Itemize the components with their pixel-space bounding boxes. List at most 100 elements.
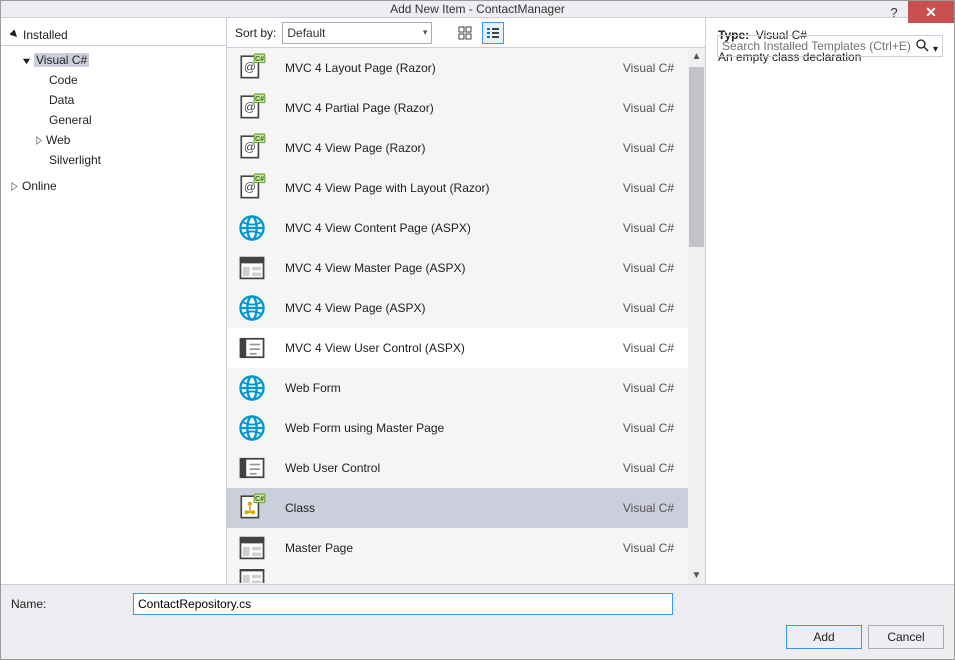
template-name: MVC 4 Layout Page (Razor) (285, 61, 623, 75)
tree-header-label: Installed (23, 28, 68, 42)
add-button[interactable]: Add (786, 625, 862, 649)
globe-icon (237, 213, 267, 243)
template-name: MVC 4 View Page with Layout (Razor) (285, 181, 623, 195)
tree-item-label: Data (49, 93, 74, 107)
window-controls: ? ✕ (880, 1, 954, 23)
scroll-up-button[interactable]: ▲ (688, 48, 705, 65)
view-medium-icons-button[interactable] (454, 22, 476, 44)
template-row[interactable]: Web Form using Master PageVisual C# (227, 408, 688, 448)
template-name: Web Form (285, 381, 623, 395)
ctrl-icon (237, 453, 267, 483)
svg-text:C#: C# (255, 496, 264, 503)
svg-text:@: @ (244, 61, 256, 74)
tree-item[interactable]: Visual C# (1, 50, 226, 70)
template-row[interactable]: C# ClassVisual C# (227, 488, 688, 528)
content: Installed Visual C# Code Data General Web Sil… (1, 18, 954, 659)
name-input[interactable] (133, 593, 673, 615)
template-name: MVC 4 View Page (ASPX) (285, 301, 623, 315)
template-lang: Visual C# (623, 61, 674, 75)
template-name: Class (285, 501, 623, 515)
template-name: Master Page (285, 541, 623, 555)
collapse-icon (9, 30, 19, 40)
globe-icon (237, 373, 267, 403)
razor-icon: @C# (237, 133, 267, 163)
template-lang: Visual C# (623, 541, 674, 555)
globe-icon (237, 293, 267, 323)
name-row: Name: (11, 593, 944, 615)
tree-header-installed[interactable]: Installed (1, 24, 226, 46)
cancel-button[interactable]: Cancel (868, 625, 944, 649)
help-button[interactable]: ? (880, 1, 908, 23)
template-row[interactable]: MVC 4 View Content Page (ASPX)Visual C# (227, 208, 688, 248)
sort-combo[interactable]: Default ▾ (282, 22, 432, 44)
scrollbar[interactable]: ▲ ▼ (688, 48, 705, 584)
collapse-icon (21, 55, 31, 65)
svg-text:C#: C# (255, 136, 264, 143)
template-name: Web User Control (285, 461, 623, 475)
svg-text:C#: C# (255, 96, 264, 103)
template-row[interactable] (227, 568, 688, 584)
template-row[interactable]: Web FormVisual C# (227, 368, 688, 408)
tree-item-label: General (49, 113, 92, 127)
scroll-down-button[interactable]: ▼ (688, 567, 705, 584)
template-name: Web Form using Master Page (285, 421, 623, 435)
svg-text:C#: C# (255, 176, 264, 183)
tree-item-label: Online (22, 179, 57, 193)
bottom-panel: Name: Add Cancel (1, 584, 954, 659)
svg-text:@: @ (244, 181, 256, 194)
template-lang: Visual C# (623, 461, 674, 475)
view-small-icons-button[interactable] (482, 22, 504, 44)
search-input[interactable]: Search Installed Templates (Ctrl+E) ▾ (717, 35, 943, 57)
title-bar: Add New Item - ContactManager ? ✕ (1, 1, 954, 18)
info-panel: Type: Visual C# An empty class declarati… (706, 18, 954, 584)
template-row[interactable]: MVC 4 View Master Page (ASPX)Visual C# (227, 248, 688, 288)
template-row[interactable]: Web User ControlVisual C# (227, 448, 688, 488)
template-lang: Visual C# (623, 421, 674, 435)
template-name: MVC 4 Partial Page (Razor) (285, 101, 623, 115)
template-lang: Visual C# (623, 381, 674, 395)
category-tree: Installed Visual C# Code Data General Web Sil… (1, 18, 227, 584)
template-row[interactable]: @C#MVC 4 Partial Page (Razor)Visual C# (227, 88, 688, 128)
sort-value: Default (287, 26, 325, 40)
template-name: MVC 4 View Page (Razor) (285, 141, 623, 155)
svg-text:@: @ (244, 101, 256, 114)
tree-item[interactable]: General (1, 110, 226, 130)
template-list: @C#MVC 4 Layout Page (Razor)Visual C#@C#… (227, 48, 688, 584)
search-icon: ▾ (915, 38, 938, 55)
template-name: MVC 4 View User Control (ASPX) (285, 341, 623, 355)
template-row[interactable]: MVC 4 View Page (ASPX)Visual C# (227, 288, 688, 328)
search-placeholder: Search Installed Templates (Ctrl+E) (722, 39, 911, 53)
template-lang: Visual C# (623, 501, 674, 515)
tree-item[interactable]: Data (1, 90, 226, 110)
button-row: Add Cancel (11, 625, 944, 649)
ctrl-icon (237, 333, 267, 363)
template-lang: Visual C# (623, 301, 674, 315)
template-row[interactable]: @C#MVC 4 View Page (Razor)Visual C# (227, 128, 688, 168)
razor-icon: @C# (237, 53, 267, 83)
toolbar: Sort by: Default ▾ (227, 18, 705, 48)
tree-item-label: Web (46, 133, 70, 147)
tree-item[interactable]: Web (1, 130, 226, 150)
template-panel: Sort by: Default ▾ @C#MVC 4 Layout Page … (227, 18, 706, 584)
class-icon: C# (237, 493, 267, 523)
razor-icon: @C# (237, 173, 267, 203)
template-row[interactable]: @C# MVC 4 Layout Page (Razor)Visual C# (227, 48, 688, 88)
close-button[interactable]: ✕ (908, 1, 954, 23)
template-lang: Visual C# (623, 221, 674, 235)
template-row[interactable]: MVC 4 View User Control (ASPX)Visual C# (227, 328, 688, 368)
template-name: MVC 4 View Master Page (ASPX) (285, 261, 623, 275)
name-label: Name: (11, 597, 121, 611)
sort-label: Sort by: (235, 26, 276, 40)
tree-item-online[interactable]: Online (1, 176, 226, 196)
template-row[interactable]: Master PageVisual C# (227, 528, 688, 568)
tree-item-label: Code (49, 73, 78, 87)
template-lang: Visual C# (623, 341, 674, 355)
master-icon (237, 253, 267, 283)
tree-item[interactable]: Code (1, 70, 226, 90)
tree-item[interactable]: Silverlight (1, 150, 226, 170)
template-row[interactable]: @C#MVC 4 View Page with Layout (Razor)Vi… (227, 168, 688, 208)
tree-item-label: Visual C# (34, 53, 89, 67)
master-icon (237, 569, 267, 583)
scroll-thumb[interactable] (689, 67, 704, 247)
master-icon (237, 533, 267, 563)
